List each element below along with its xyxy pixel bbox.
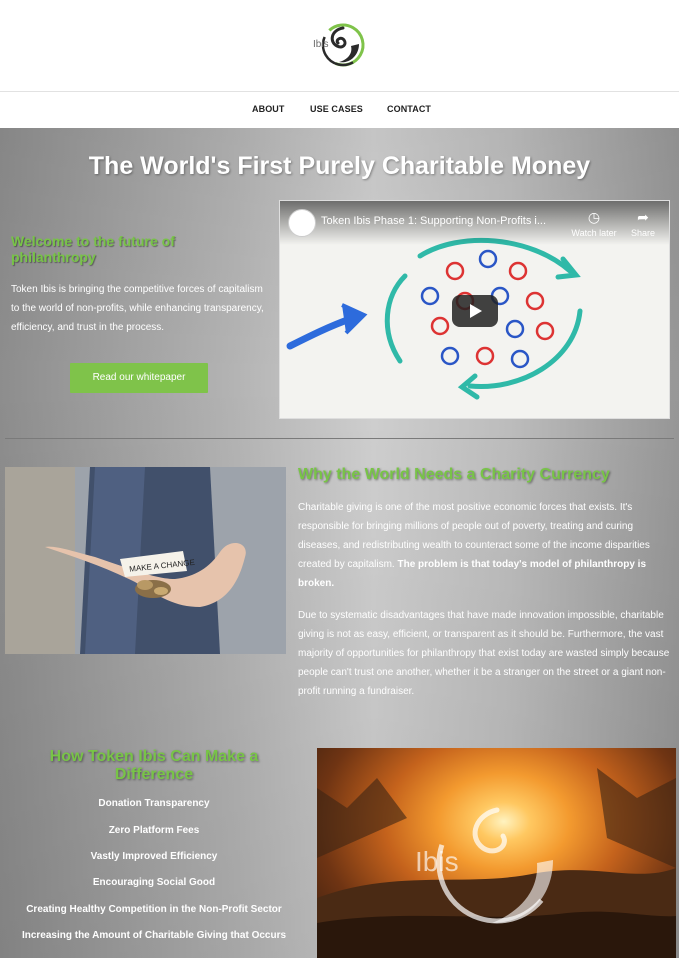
site-header: Ibis bbox=[0, 0, 679, 91]
share-icon: ➦ bbox=[637, 209, 649, 225]
sunset-forest-photo: Ibis bbox=[317, 748, 676, 958]
share-button[interactable]: ➦ Share bbox=[619, 208, 667, 238]
why-paragraph-2: Due to systematic disadvantages that hav… bbox=[298, 610, 670, 697]
whitepaper-button[interactable]: Read our whitepaper bbox=[70, 363, 208, 393]
sunset-logo-text: Ibis bbox=[415, 846, 459, 877]
watch-later-label: Watch later bbox=[571, 228, 617, 238]
hands-with-coins-photo: MAKE A CHANGE bbox=[5, 467, 286, 654]
why-heading: Why the World Needs a Charity Currency bbox=[298, 466, 610, 483]
watch-later-button[interactable]: ◷ Watch later bbox=[570, 208, 618, 238]
nav-item-use-cases[interactable]: USE CASES bbox=[310, 104, 363, 114]
hands-photo-drawing: MAKE A CHANGE bbox=[5, 467, 286, 654]
clock-icon: ◷ bbox=[587, 209, 601, 225]
main-nav: ABOUT USE CASES CONTACT bbox=[0, 91, 679, 129]
video-embed[interactable]: Token Ibis Phase 1: Supporting Non-Profi… bbox=[279, 200, 670, 419]
why-paragraph-1: Charitable giving is one of the most pos… bbox=[298, 498, 673, 593]
benefit-item: Increasing the Amount of Charitable Givi… bbox=[21, 930, 287, 941]
how-heading: How Token Ibis Can Make a Difference bbox=[49, 748, 259, 783]
ibis-logo[interactable]: Ibis bbox=[313, 20, 369, 70]
main-content: The World's First Purely Charitable Mone… bbox=[0, 128, 679, 958]
benefit-item: Encouraging Social Good bbox=[92, 877, 216, 888]
benefit-item: Zero Platform Fees bbox=[108, 825, 200, 836]
welcome-heading: Welcome to the future of philanthropy bbox=[11, 233, 175, 265]
benefit-item: Donation Transparency bbox=[98, 798, 210, 809]
benefit-item: Creating Healthy Competition in the Non-… bbox=[26, 904, 282, 915]
sunset-drawing bbox=[317, 768, 676, 958]
hero-title: The World's First Purely Charitable Mone… bbox=[88, 152, 591, 180]
benefit-item: Vastly Improved Efficiency bbox=[90, 851, 218, 862]
channel-avatar[interactable] bbox=[288, 209, 316, 237]
logo-text: Ibis bbox=[313, 39, 329, 50]
video-title[interactable]: Token Ibis Phase 1: Supporting Non-Profi… bbox=[321, 215, 567, 227]
section-divider bbox=[5, 438, 674, 439]
play-button[interactable] bbox=[452, 295, 498, 327]
intro-text: Token Ibis is bringing the competitive f… bbox=[11, 284, 264, 333]
nav-item-contact[interactable]: CONTACT bbox=[387, 104, 431, 114]
share-label: Share bbox=[630, 228, 656, 238]
nav-item-about[interactable]: ABOUT bbox=[252, 104, 285, 114]
